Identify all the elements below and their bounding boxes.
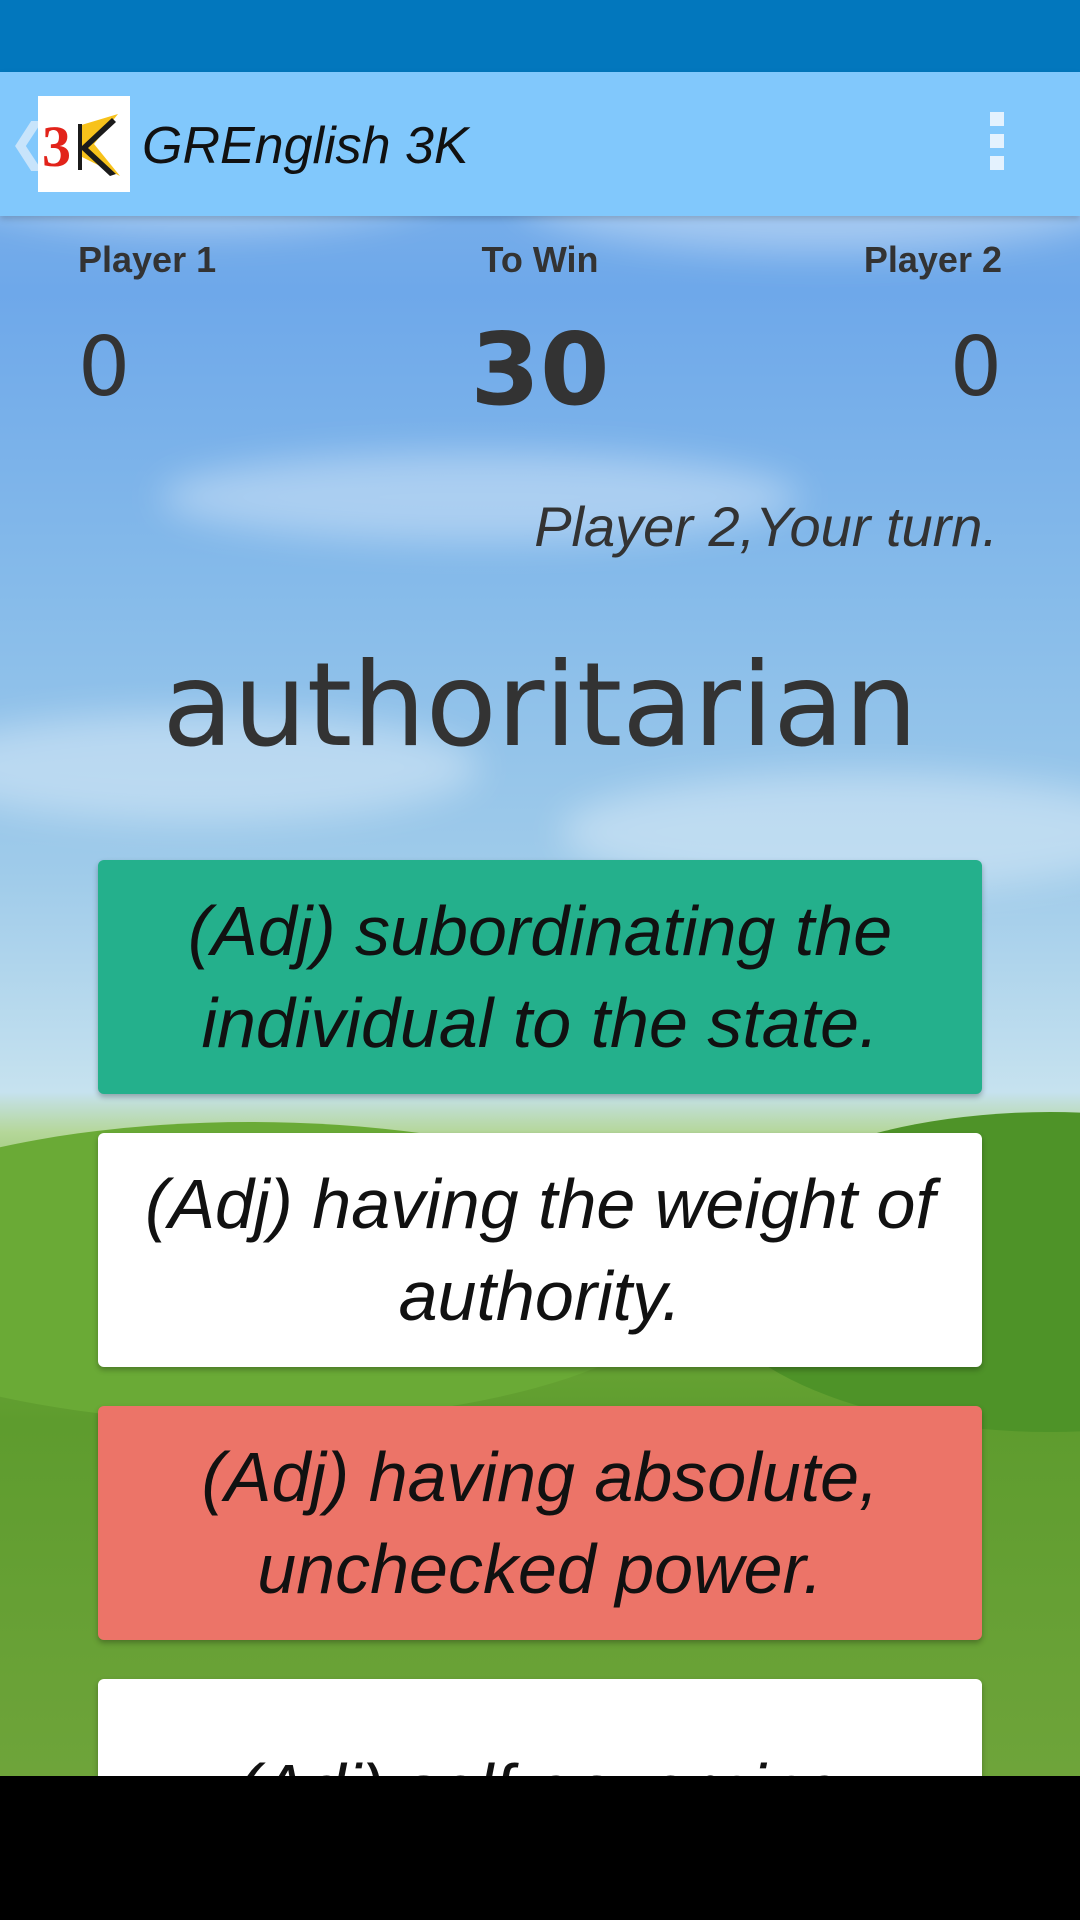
to-win-value: 30 xyxy=(470,311,610,428)
svg-text:3: 3 xyxy=(42,114,71,179)
turn-message: Player 2,Your turn. xyxy=(534,495,998,558)
status-bar xyxy=(0,0,1080,72)
player2-label: Player 2 xyxy=(863,239,1002,280)
overflow-menu-icon[interactable] xyxy=(982,112,1012,176)
answer-option-2[interactable]: (Adj) having the weight of authority. xyxy=(98,1133,982,1367)
quiz-word: authoritarian xyxy=(162,638,918,773)
answer-option-1[interactable]: (Adj) subordinating the individual to th… xyxy=(98,860,982,1094)
player2-score: 0 xyxy=(949,320,1002,415)
app-logo-icon[interactable]: 3 xyxy=(38,96,130,192)
navigation-bar xyxy=(0,1776,1080,1920)
3k-logo-icon: 3 xyxy=(42,114,120,179)
app-title: GREnglish 3K xyxy=(142,117,469,175)
answer-option-text: (Adj) having absolute, unchecked power. xyxy=(201,1438,879,1608)
app-screen: ❮ 3 GREnglish 3K Player 1 To Win Player … xyxy=(0,0,1080,1920)
answer-option-3[interactable]: (Adj) having absolute, unchecked power. xyxy=(98,1406,982,1640)
answer-option-text: (Adj) having the weight of authority. xyxy=(145,1165,935,1335)
answer-option-text: (Adj) subordinating the individual to th… xyxy=(187,892,893,1062)
